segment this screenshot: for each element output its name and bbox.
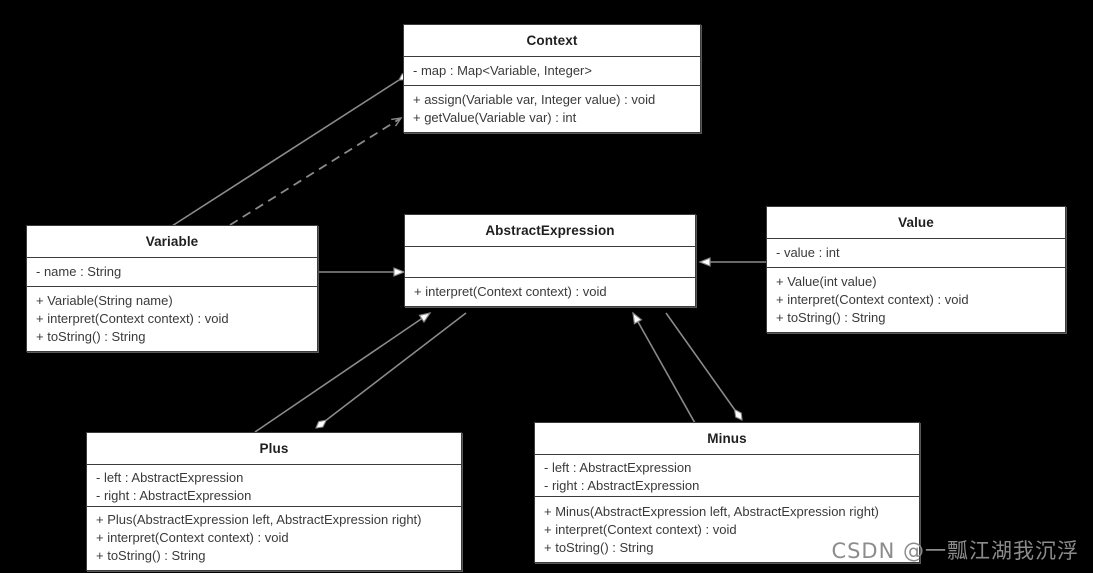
class-operation: + Plus(AbstractExpression left, Abstract…	[96, 512, 422, 527]
class-operation: + getValue(Variable var) : int	[413, 110, 577, 125]
watermark-text: CSDN @一瓢江湖我沉浮	[831, 539, 1079, 563]
class-attributes-plus: - left : AbstractExpression - right : Ab…	[87, 465, 461, 507]
class-attribute: - name : String	[36, 264, 122, 279]
class-operation: + toString() : String	[96, 548, 206, 563]
class-attribute: - right : AbstractExpression	[544, 478, 700, 493]
class-attribute: - map : Map<Variable, Integer>	[413, 63, 592, 78]
edge-plus-abstractexpression-aggregation	[316, 312, 467, 428]
class-operations-context: + assign(Variable var, Integer value) : …	[404, 86, 700, 132]
class-attribute: - left : AbstractExpression	[544, 460, 692, 475]
edge-minus-abstractexpression-aggregation	[665, 312, 743, 420]
class-operation: + interpret(Context context) : void	[36, 311, 229, 326]
class-title-variable: Variable	[27, 226, 317, 258]
diagram-canvas: Context - map : Map<Variable, Integer> +…	[0, 0, 1093, 573]
class-box-context[interactable]: Context - map : Map<Variable, Integer> +…	[403, 24, 701, 133]
edge-variable-context-dependency	[229, 117, 403, 226]
class-operations-variable: + Variable(String name) + interpret(Cont…	[27, 287, 317, 351]
class-operation: + interpret(Context context) : void	[414, 284, 607, 299]
class-attributes-value: - value : int	[767, 239, 1065, 268]
class-box-value[interactable]: Value - value : int + Value(int value) +…	[766, 206, 1066, 333]
class-operation: + assign(Variable var, Integer value) : …	[413, 92, 656, 107]
class-operation: + interpret(Context context) : void	[776, 292, 969, 307]
class-attributes-variable: - name : String	[27, 258, 317, 287]
class-operations-value: + Value(int value) + interpret(Context c…	[767, 268, 1065, 332]
class-attributes-abstractexpression	[405, 247, 695, 278]
class-title-plus: Plus	[87, 433, 461, 465]
class-operations-plus: + Plus(AbstractExpression left, Abstract…	[87, 507, 461, 570]
class-attribute: - left : AbstractExpression	[96, 470, 244, 485]
edge-variable-context-aggregation	[171, 80, 399, 227]
class-title-value: Value	[767, 207, 1065, 239]
class-attribute: - right : AbstractExpression	[96, 488, 252, 503]
class-operation: + Minus(AbstractExpression left, Abstrac…	[544, 504, 879, 519]
class-box-abstractexpression[interactable]: AbstractExpression + interpret(Context c…	[404, 214, 696, 307]
class-attributes-context: - map : Map<Variable, Integer>	[404, 57, 700, 86]
class-operation: + toString() : String	[36, 329, 146, 344]
class-title-minus: Minus	[535, 423, 919, 455]
class-attribute: - value : int	[776, 245, 840, 260]
class-operation: + Variable(String name)	[36, 293, 173, 308]
class-operation: + Value(int value)	[776, 274, 877, 289]
class-box-variable[interactable]: Variable - name : String + Variable(Stri…	[26, 225, 318, 352]
class-attributes-minus: - left : AbstractExpression - right : Ab…	[535, 455, 919, 497]
edge-minus-abstractexpression-generalization	[632, 311, 701, 433]
class-title-context: Context	[404, 25, 700, 57]
class-title-abstractexpression: AbstractExpression	[405, 215, 695, 247]
class-operations-abstractexpression: + interpret(Context context) : void	[405, 278, 695, 306]
class-box-plus[interactable]: Plus - left : AbstractExpression - right…	[86, 432, 462, 571]
class-operation: + interpret(Context context) : void	[96, 530, 289, 545]
class-operation: + toString() : String	[776, 310, 886, 325]
